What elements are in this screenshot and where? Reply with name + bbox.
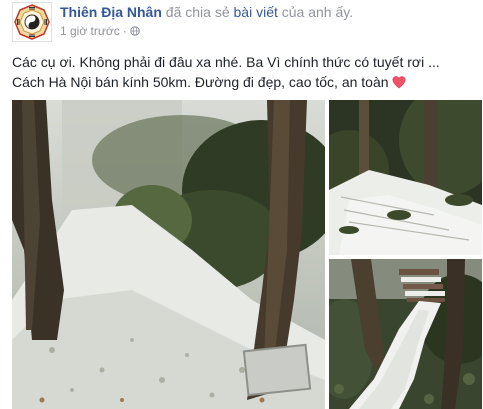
- photo-top-right[interactable]: [329, 100, 482, 255]
- post-header: Thiên Địa Nhân đã chia sẻ bài viết của a…: [12, 2, 472, 42]
- post-timestamp[interactable]: 1 giờ trước: [60, 24, 120, 38]
- author-line: Thiên Địa Nhân đã chia sẻ bài viết của a…: [60, 4, 353, 20]
- author-name-link[interactable]: Thiên Địa Nhân: [60, 4, 162, 20]
- post-text: Các cụ ơi. Không phải đi đâu xa nhé. Ba …: [12, 52, 472, 92]
- post-text-line-2: Cách Hà Nội bán kính 50km. Đường đi đẹp,…: [12, 72, 472, 92]
- snowy-path-stairs-image: [329, 259, 482, 409]
- avatar-bagua-logo: [13, 3, 51, 41]
- snowy-forest-image: [12, 100, 325, 409]
- author-avatar[interactable]: [12, 2, 52, 42]
- photo-main[interactable]: [12, 100, 325, 409]
- action-prefix: đã chia sẻ: [165, 4, 230, 20]
- post-meta: 1 giờ trước ·: [60, 24, 140, 38]
- post-text-line-1: Các cụ ơi. Không phải đi đâu xa nhé. Ba …: [12, 54, 440, 70]
- shared-post-link[interactable]: bài viết: [234, 4, 278, 20]
- snowy-stone-steps-image: [329, 100, 482, 255]
- action-suffix: của anh ấy.: [281, 4, 354, 20]
- globe-icon[interactable]: [129, 26, 140, 36]
- heart-icon: [392, 76, 406, 89]
- post-text-line-2-text: Cách Hà Nội bán kính 50km. Đường đi đẹp,…: [12, 74, 389, 90]
- photo-bottom-right[interactable]: [329, 259, 482, 409]
